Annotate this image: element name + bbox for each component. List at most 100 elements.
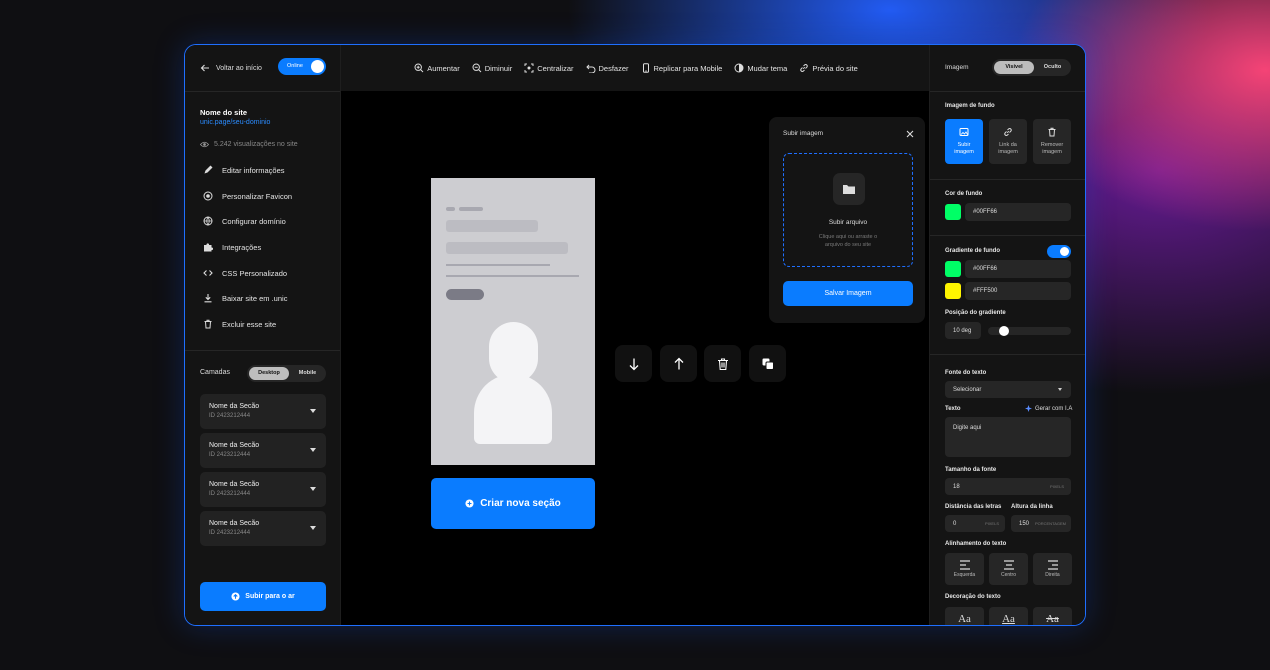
chevron-down-icon[interactable]	[310, 448, 316, 452]
arrow-left-icon	[200, 64, 209, 72]
trash-icon	[1048, 127, 1056, 137]
back-label: Voltar ao início	[216, 64, 262, 72]
placeholder-block	[446, 242, 568, 254]
gradient-color-2-swatch[interactable]	[945, 283, 961, 299]
line-height-input[interactable]: 150 PORCENTAGEM	[1011, 515, 1071, 532]
section-item[interactable]: Nome da Secão ID 2423212444	[200, 472, 326, 507]
tab-hidden[interactable]: Oculto	[1036, 61, 1069, 74]
undo-button[interactable]: Desfazer	[585, 63, 629, 73]
site-url[interactable]: unic.page/seu-dominio	[200, 119, 270, 126]
menu-delete[interactable]: Excluir esse site	[202, 318, 276, 330]
mobile-icon	[642, 63, 649, 73]
font-select[interactable]: Selecionar	[945, 381, 1071, 398]
right-panel: Imagem Visível Oculto Imagem de fundo Su…	[929, 45, 1085, 625]
site-name: Nome do site	[200, 108, 248, 117]
upload-image-tile[interactable]: Subir imagem	[945, 119, 983, 164]
delete-section-button[interactable]	[704, 345, 741, 382]
slider-thumb[interactable]	[999, 326, 1009, 336]
replicate-mobile-button[interactable]: Replicar para Mobile	[641, 63, 722, 73]
eye-icon	[200, 141, 209, 148]
theme-button[interactable]: Mudar tema	[734, 63, 787, 73]
layers-label: Camadas	[200, 369, 230, 376]
align-label: Alinhamento do texto	[945, 541, 1007, 547]
drop-zone[interactable]: Subir arquivo Clique aqui ou arraste o a…	[783, 153, 913, 267]
deco-strikethrough-button[interactable]: Aa	[1033, 607, 1072, 625]
zoom-out-button[interactable]: Diminuir	[472, 63, 512, 73]
chevron-down-icon[interactable]	[310, 487, 316, 491]
move-up-button[interactable]	[660, 345, 697, 382]
deco-underline-button[interactable]: Aa	[989, 607, 1028, 625]
chevron-down-icon[interactable]	[310, 526, 316, 530]
gradient-color-2-input[interactable]: #FFF500	[965, 282, 1071, 300]
font-size-input[interactable]: 18 PIXELS	[945, 478, 1071, 495]
chevron-down-icon[interactable]	[310, 409, 316, 413]
popup-title: Subir imagem	[783, 130, 824, 137]
duplicate-section-button[interactable]	[749, 345, 786, 382]
publish-button[interactable]: Subir para o ar	[200, 582, 326, 611]
menu-favicon[interactable]: Personalizar Favicon	[202, 190, 292, 202]
save-image-button[interactable]: Salvar Imagem	[783, 281, 913, 306]
mobile-preview[interactable]	[431, 178, 595, 465]
move-down-button[interactable]	[615, 345, 652, 382]
divider	[930, 235, 1085, 236]
zoom-in-icon	[414, 63, 424, 73]
gradient-deg-input[interactable]: 10 deg	[945, 322, 981, 339]
gradient-toggle[interactable]	[1047, 245, 1071, 258]
image-link-tile[interactable]: Link da imagem	[989, 119, 1027, 164]
section-item[interactable]: Nome da Secão ID 2423212444	[200, 511, 326, 546]
menu-integrations[interactable]: Integrações	[202, 241, 261, 253]
menu-edit-info[interactable]: Editar informações	[202, 164, 285, 176]
bg-color-input[interactable]: #00FF66	[965, 203, 1071, 221]
placeholder-line	[446, 207, 455, 211]
download-icon	[202, 292, 214, 304]
align-center-button[interactable]: Centro	[989, 553, 1028, 585]
favicon-icon	[202, 190, 214, 202]
copy-icon	[762, 358, 774, 370]
device-tabs: Desktop Mobile	[247, 365, 326, 382]
zoom-in-button[interactable]: Aumentar	[414, 63, 460, 73]
gradient-color-1-swatch[interactable]	[945, 261, 961, 277]
remove-image-tile[interactable]: Remover imagem	[1033, 119, 1071, 164]
tab-desktop[interactable]: Desktop	[249, 367, 289, 380]
section-item[interactable]: Nome da Secão ID 2423212444	[200, 394, 326, 429]
arrow-up-icon	[674, 357, 683, 369]
line-height-label: Altura da linha	[1011, 504, 1053, 510]
center-button[interactable]: Centralizar	[524, 63, 574, 73]
globe-icon	[202, 215, 214, 227]
back-link[interactable]: Voltar ao início	[200, 63, 262, 73]
tab-mobile[interactable]: Mobile	[291, 367, 324, 380]
drop-hint-2: arquivo do seu site	[824, 242, 872, 248]
bg-color-label: Cor de fundo	[945, 191, 983, 197]
preview-button[interactable]: Prévia do site	[799, 63, 858, 73]
placeholder-block	[446, 220, 538, 232]
gradient-position-label: Posição do gradiente	[945, 310, 1006, 316]
align-left-button[interactable]: Esquerda	[945, 553, 984, 585]
bg-color-swatch[interactable]	[945, 204, 961, 220]
deco-none-button[interactable]: Aa	[945, 607, 984, 625]
divider	[185, 350, 340, 351]
zoom-out-icon	[472, 63, 482, 73]
online-toggle[interactable]: Online	[278, 58, 326, 75]
code-icon	[202, 267, 214, 279]
section-item[interactable]: Nome da Secão ID 2423212444	[200, 433, 326, 468]
center-icon	[524, 63, 534, 73]
editor-window: Voltar ao início Online Nome do site uni…	[184, 44, 1086, 626]
menu-download[interactable]: Baixar site em .unic	[202, 292, 287, 304]
arrow-down-icon	[629, 358, 638, 370]
text-area[interactable]: Digite aqui	[945, 417, 1071, 457]
font-size-label: Tamanho da fonte	[945, 467, 997, 473]
close-icon[interactable]	[906, 130, 914, 138]
upload-circle-icon	[231, 592, 240, 601]
tab-visible[interactable]: Visível	[994, 61, 1034, 74]
align-right-icon	[1047, 560, 1058, 570]
avatar-body	[474, 374, 552, 444]
create-section-button[interactable]: Criar nova seção	[431, 478, 595, 529]
gradient-slider[interactable]	[988, 326, 1071, 336]
menu-css[interactable]: CSS Personalizado	[202, 267, 287, 279]
plus-circle-icon	[465, 499, 474, 508]
menu-domain[interactable]: Configurar domínio	[202, 215, 286, 227]
ai-generate-button[interactable]: Gerar com I.A	[1025, 405, 1072, 412]
gradient-color-1-input[interactable]: #00FF66	[965, 260, 1071, 278]
letter-spacing-input[interactable]: 0 PIXELS	[945, 515, 1005, 532]
align-right-button[interactable]: Direita	[1033, 553, 1072, 585]
